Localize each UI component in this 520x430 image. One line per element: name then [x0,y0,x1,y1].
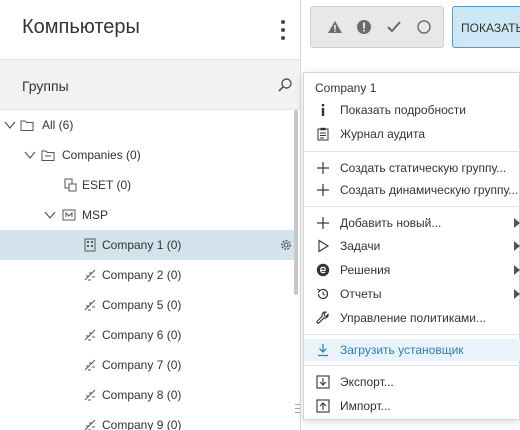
tree-item-label: Company 7 (0) [102,358,182,372]
context-menu: Company 1 Показать подробности Журнал ау… [303,72,520,420]
menu-item-label: Экспорт... [340,375,394,389]
menu-item-create-static-group[interactable]: Создать статическую группу... [304,157,520,179]
gear-icon[interactable] [279,238,293,252]
panel-divider [300,0,301,430]
menu-item-import[interactable]: Импорт... [304,395,520,417]
tree-item-label: Company 2 (0) [102,268,182,282]
tree-item-all[interactable]: All (6) [0,110,296,140]
menu-separator [304,365,520,366]
chevron-right-icon [514,241,520,251]
left-panel: Компьютеры Группы All (6) Companies (0) … [0,0,301,430]
tree-item-label: ESET (0) [82,178,132,192]
tree-item-label: Company 9 (0) [102,418,182,430]
company-group-icon [64,178,77,192]
tree-item-company-5[interactable]: Company 5 (0) [0,290,296,320]
menu-item-label: Управление политиками... [340,311,486,325]
download-icon [318,344,328,357]
menu-item-download-installer[interactable]: Загрузить установщик [304,339,520,361]
tree-item-label: Company 6 (0) [102,328,182,342]
groups-bar: Группы [0,60,300,110]
tree-item-label: Company 5 (0) [102,298,182,312]
circle-icon[interactable] [416,19,432,35]
tree-item-msp[interactable]: MSP [0,200,296,230]
warning-icon[interactable] [327,19,343,35]
tree-item-eset[interactable]: ESET (0) [0,170,296,200]
chevron-right-icon [514,218,520,228]
menu-separator [304,151,520,152]
tree-item-label: Company 1 (0) [102,238,182,252]
menu-item-label: Загрузить установщик [340,343,464,357]
tree-item-label: All (6) [42,118,74,132]
panel-header: Компьютеры [0,0,300,60]
export-icon [316,375,330,389]
menu-item-label: Показать подробности [340,103,466,117]
plus-icon [317,184,329,196]
menu-separator [304,206,520,207]
menu-item-label: Журнал аудита [340,127,426,141]
menu-item-label: Задачи [340,239,381,253]
more-options-icon[interactable] [276,20,290,40]
error-icon[interactable] [356,19,372,35]
dynamic-group-icon [84,359,96,371]
status-filter-toolbar [310,6,444,48]
page-title: Компьютеры [22,16,140,38]
plus-icon [317,217,329,229]
play-icon [318,239,330,253]
building-icon [84,238,96,252]
groups-title: Группы [22,78,69,94]
tree-item-company-2[interactable]: Company 2 (0) [0,260,296,290]
reports-icon [317,288,329,300]
menu-item-label: Решения [340,263,391,277]
folder-icon [20,120,34,131]
tree-item-company-6[interactable]: Company 6 (0) [0,320,296,350]
context-menu-title: Company 1 [315,81,377,95]
menu-item-label: Добавить новый... [340,216,442,230]
import-icon [316,399,330,413]
menu-item-manage-policies[interactable]: Управление политиками... [304,307,520,329]
checkmark-icon[interactable] [386,19,402,35]
menu-item-export[interactable]: Экспорт... [304,371,520,393]
menu-item-add-new[interactable]: Добавить новый... [304,212,520,234]
msp-icon [62,209,76,221]
tree-item-company-1[interactable]: Company 1 (0) [0,230,296,260]
menu-item-label: Отчеты [340,287,382,301]
menu-item-reports[interactable]: Отчеты [304,283,520,305]
dynamic-group-icon [84,419,96,430]
dynamic-group-icon [84,269,96,281]
chevron-right-icon [514,265,520,275]
menu-separator [304,334,520,335]
show-button[interactable]: ПОКАЗАТЬ [452,6,520,48]
menu-item-audit-log[interactable]: Журнал аудита [304,123,520,145]
chevron-right-icon [514,289,520,299]
tree-item-company-9[interactable]: Company 9 (0) [0,410,296,430]
wrench-icon [316,311,329,324]
tree-item-label: Companies (0) [62,148,141,162]
dynamic-group-icon [84,389,96,401]
menu-item-label: Создать динамическую группу... [340,183,519,197]
tree-item-label: MSP [82,208,109,222]
chevron-down-icon[interactable] [24,149,36,161]
menu-item-tasks[interactable]: Задачи [304,235,520,257]
menu-item-create-dynamic-group[interactable]: Создать динамическую группу... [304,179,520,201]
tree-item-label: Company 8 (0) [102,388,182,402]
chevron-down-icon[interactable] [44,209,56,221]
plus-icon [317,162,329,174]
tree-item-company-8[interactable]: Company 8 (0) [0,380,296,410]
tree-scrollbar[interactable] [294,110,298,295]
tree-item-companies[interactable]: Companies (0) [0,140,296,170]
menu-item-show-details[interactable]: Показать подробности [304,99,520,121]
chevron-down-icon[interactable] [4,119,16,131]
group-tree: All (6) Companies (0) ESET (0) MSP Compa… [0,110,300,430]
menu-item-label: Создать статическую группу... [340,161,507,175]
search-icon[interactable] [277,77,293,93]
folder-icon [41,150,55,161]
info-icon [321,104,325,116]
menu-item-label: Импорт... [340,399,391,413]
audit-log-icon [317,127,329,141]
dynamic-group-icon [84,329,96,341]
solutions-icon [316,263,330,277]
tree-item-company-7[interactable]: Company 7 (0) [0,350,296,380]
menu-item-solutions[interactable]: Решения [304,259,520,281]
dynamic-group-icon [84,299,96,311]
